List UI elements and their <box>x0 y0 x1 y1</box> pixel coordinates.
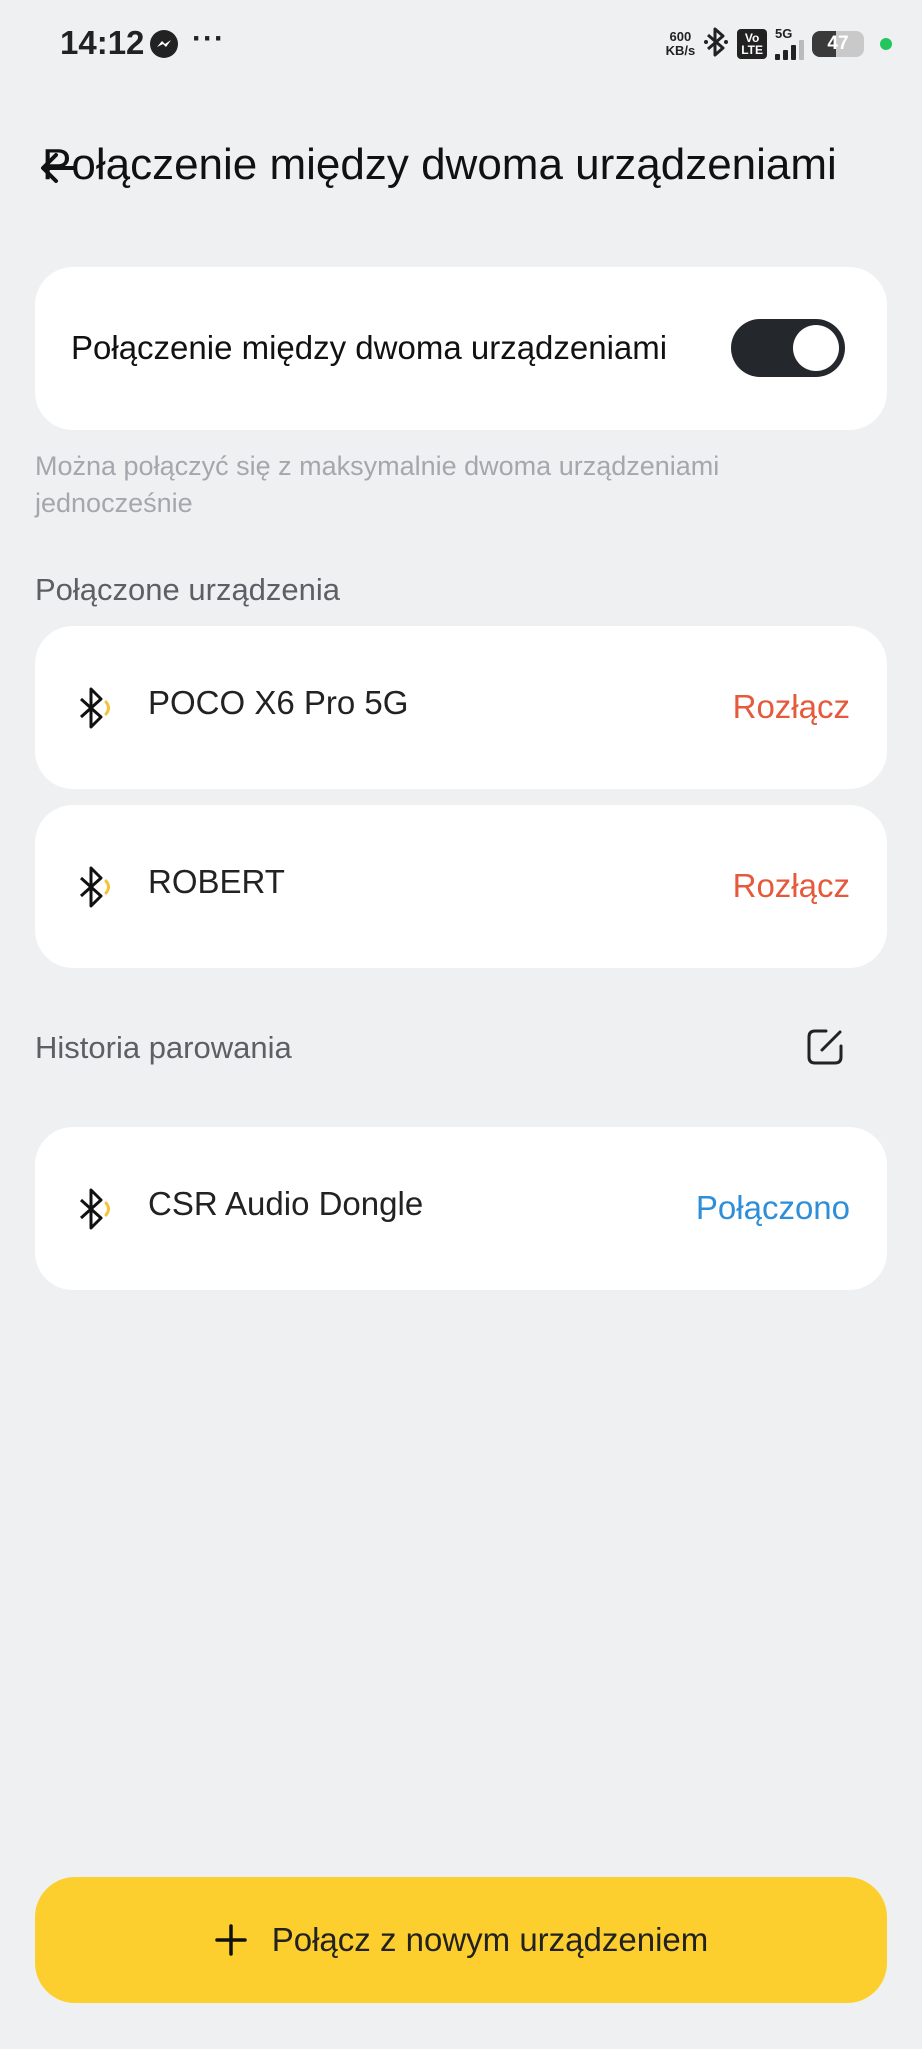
network-speed: 600 KB/s <box>665 29 696 58</box>
connect-new-device-label: Połącz z nowym urządzeniem <box>271 1921 709 1958</box>
disconnect-button[interactable]: Rozłącz <box>733 867 850 905</box>
edit-icon[interactable] <box>804 1026 846 1068</box>
dual-connection-card: Połączenie między dwoma urządzeniami <box>35 267 887 430</box>
dual-connection-toggle[interactable] <box>731 319 845 377</box>
toggle-knob <box>793 325 839 371</box>
hint-text: Można połączyć się z maksymalnie dwoma u… <box>35 451 720 518</box>
device-name: ROBERT <box>148 863 285 900</box>
bluetooth-device-icon <box>73 1183 125 1235</box>
device-card-csr-audio-dongle[interactable]: CSR Audio Dongle Połączono <box>35 1127 887 1290</box>
bluetooth-device-icon <box>73 861 125 913</box>
plus-icon <box>214 1923 248 1957</box>
pairing-history-heading: Historia parowania <box>35 1030 292 1065</box>
battery-icon: 47 <box>812 31 864 57</box>
device-name: CSR Audio Dongle <box>148 1185 424 1222</box>
status-bar: 14:12 ··· 600 KB/s Vo LTE 5G 47 <box>0 0 922 90</box>
device-name: POCO X6 Pro 5G <box>148 684 409 721</box>
status-time: 14:12 <box>60 24 145 61</box>
volte-icon: Vo LTE <box>737 29 767 59</box>
header: Połączenie między dwoma urządzeniami <box>0 130 922 210</box>
dual-connection-label: Połączenie między dwoma urządzeniami <box>71 329 668 366</box>
page-title: Połączenie między dwoma urządzeniami <box>42 140 837 189</box>
bluetooth-device-icon <box>73 682 125 734</box>
connect-new-device-button[interactable]: Połącz z nowym urządzeniem <box>35 1877 887 2003</box>
connection-status[interactable]: Połączono <box>696 1189 850 1227</box>
back-arrow-icon[interactable] <box>36 146 80 190</box>
device-card-robert[interactable]: ROBERT Rozłącz <box>35 805 887 968</box>
disconnect-button[interactable]: Rozłącz <box>733 688 850 726</box>
privacy-indicator-dot <box>880 38 892 50</box>
status-indicators: 600 KB/s Vo LTE 5G 47 <box>666 24 892 64</box>
battery-level: 47 <box>827 33 849 54</box>
device-card-poco[interactable]: POCO X6 Pro 5G Rozłącz <box>35 626 887 789</box>
signal-icon: 5G <box>775 27 804 60</box>
connected-devices-heading: Połączone urządzenia <box>35 572 341 607</box>
more-notifications-icon: ··· <box>192 22 225 55</box>
bluetooth-icon <box>703 25 729 64</box>
messenger-icon <box>150 30 178 58</box>
